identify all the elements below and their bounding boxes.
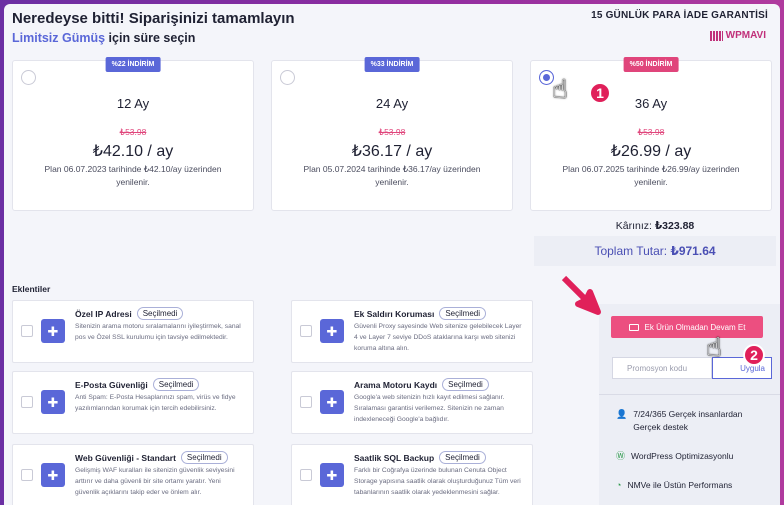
continue-label: Ek Ürün Olmadan Devam Et [644,322,746,332]
addon-name-row: Ek Saldırı Koruması Seçilmedi [354,307,486,320]
savings-value: ₺323.88 [654,220,695,232]
addon-status-badge: Seçilmedi [180,451,228,464]
step-marker: 2 [743,344,765,366]
addon-name-row: E-Posta Güvenliği Seçilmedi [75,378,200,391]
addon-card[interactable]: ✚ Saatlik SQL Backup Seçilmedi Farklı bir… [291,444,533,505]
addon-status-badge: Seçilmedi [442,378,489,391]
discount-badge: %33 İNDİRİM [364,57,420,72]
addon-name: Web Güvenliği - Standart [75,452,176,463]
addon-status-badge: Seçilmedi [439,451,486,464]
discount-badge: %50 İNDİRİM [623,57,679,72]
arrow-icon [561,275,601,315]
total-label: Toplam Tutar: [594,244,668,258]
brand-name: WPMAVI [725,30,766,41]
feature-text: WordPress Optimizasyonlu [631,451,734,461]
plan-name: Limitsiz Gümüş [12,31,106,45]
discount-badge: %22 İNDİRİM [105,57,161,72]
addon-description: Gelişmiş WAF kuralları ile sitenizin güv… [75,467,235,496]
credit-card-icon [628,323,639,331]
plan-price: ₺26.99 / ay [610,143,692,160]
wordpress-icon: Ⓦ [616,451,626,461]
renewal-note: Plan 05.07.2024 tarihinde ₺36.17/ay üzer… [303,164,481,187]
plan-price: ₺36.17 / ay [351,143,433,160]
addon-name: Saatlik SQL Backup [354,452,435,463]
savings-label: Kârınız: [615,220,652,232]
feature-item: Ⓦ WordPress Optimizasyonlu [616,450,733,463]
renewal-note: Plan 06.07.2023 tarihinde ₺42.10/ay üzer… [44,164,222,187]
logo-icon [709,30,723,41]
step-marker: 1 [589,82,611,104]
addon-name-row: Web Güvenliği - Standart Seçilmedi [75,451,228,464]
renewal-note: Plan 06.07.2025 tarihinde ₺26.99/ay üzer… [562,164,740,187]
plan-card-12[interactable]: %22 İNDİRİM 12 Ay ₺53.98 ₺42.10 / ay Pla… [12,57,254,211]
addon-card[interactable]: ✚ Özel IP Adresi Seçilmedi Sitenizin aram… [12,300,254,363]
puzzle-icon: ✚ [320,319,344,343]
divider [599,394,780,395]
feature-item: 👤 7/24/365 Gerçek insanlardan Gerçek des… [616,408,766,434]
puzzle-icon: ✚ [41,319,65,343]
addons-title: Eklentiler [12,284,51,294]
total-row: Toplam Tutar: ₺971.64 [534,244,776,258]
old-price: ₺53.98 [378,127,406,137]
user-icon: 👤 [616,409,628,419]
addon-description: Anti Spam: E-Posta Hesaplarınızı spam, v… [75,394,236,412]
addon-description: Farklı bir Coğrafya üzerinde bulunan Cen… [354,467,521,496]
addon-checkbox[interactable] [21,396,33,408]
page-title: Neredeyse bitti! Siparişinizi tamamlayın [12,10,295,27]
addon-checkbox[interactable] [300,325,312,337]
savings-row: Kârınız: ₺323.88 [534,220,776,232]
addon-card[interactable]: ✚ Ek Saldırı Koruması Seçilmedi Güvenli P… [291,300,533,363]
feature-item: ◔ NMVe ile Üstün Performans [616,479,732,492]
addon-name-row: Özel IP Adresi Seçilmedi [75,307,184,320]
addon-card[interactable]: ✚ Arama Motoru Kaydı Seçilmedi Google'a w… [291,371,533,434]
addon-card[interactable]: ✚ Web Güvenliği - Standart Seçilmedi Geli… [12,444,254,505]
addon-checkbox[interactable] [300,396,312,408]
checkout-page: Neredeyse bitti! Siparişinizi tamamlayın… [4,4,780,505]
puzzle-icon: ✚ [41,463,65,487]
plan-card-24[interactable]: %33 İNDİRİM 24 Ay ₺53.98 ₺36.17 / ay Pla… [271,57,513,211]
addon-description: Sitenizin arama motoru sıralamalarını iy… [75,323,241,341]
puzzle-icon: ✚ [320,390,344,414]
page-subtitle: Limitsiz Gümüş için süre seçin [12,31,195,45]
addon-description: Güvenli Proxy sayesinde Web sitenize gel… [354,323,522,352]
addon-card[interactable]: ✚ E-Posta Güvenliği Seçilmedi Anti Spam: … [12,371,254,434]
old-price: ₺53.98 [119,127,147,137]
addon-name-row: Arama Motoru Kaydı Seçilmedi [354,378,489,391]
addon-checkbox[interactable] [21,325,33,337]
feature-text: 7/24/365 Gerçek insanlardan Gerçek deste… [633,409,743,432]
subtitle-rest: için süre seçin [105,31,196,45]
pointer-hand-icon: ☝ [706,332,722,362]
promo-code-input[interactable] [612,357,712,379]
old-price: ₺53.98 [637,127,665,137]
addon-name: E-Posta Güvenliği [75,379,148,390]
addon-description: Google'a web sitenizin hızlı kayıt edilm… [354,394,505,423]
money-back-guarantee: 15 GÜNLÜK PARA İADE GARANTİSİ [591,10,768,21]
addon-name: Ek Saldırı Koruması [354,308,435,319]
continue-without-addon-button[interactable]: Ek Ürün Olmadan Devam Et [611,316,763,338]
addon-checkbox[interactable] [21,469,33,481]
addon-status-badge: Seçilmedi [439,307,486,320]
plan-price: ₺42.10 / ay [92,143,174,160]
speed-icon: ◔ [616,480,622,490]
puzzle-icon: ✚ [320,463,344,487]
puzzle-icon: ✚ [41,390,65,414]
addon-name: Arama Motoru Kaydı [354,379,438,390]
addon-checkbox[interactable] [300,469,312,481]
addon-name-row: Saatlik SQL Backup Seçilmedi [354,451,486,464]
plan-radio[interactable] [21,70,36,85]
plan-radio[interactable] [280,70,295,85]
brand-logo: WPMAVI [709,30,766,41]
total-value: ₺971.64 [670,244,716,258]
feature-text: NMVe ile Üstün Performans [627,480,733,490]
addon-status-badge: Seçilmedi [136,307,184,320]
addon-status-badge: Seçilmedi [152,378,200,391]
pointer-hand-icon: ☝ [552,74,568,104]
addon-name: Özel IP Adresi [75,308,132,319]
plan-term: 12 Ay [116,96,150,111]
plan-term: 24 Ay [375,96,409,111]
